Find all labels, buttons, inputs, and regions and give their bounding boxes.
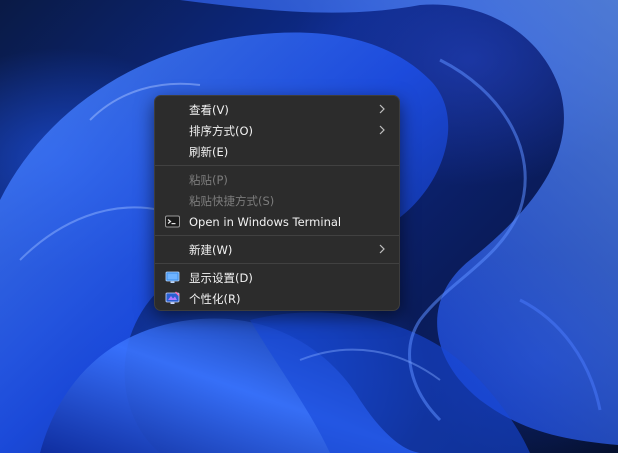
- menu-item-paste-shortcut[interactable]: 粘贴快捷方式(S): [159, 190, 395, 211]
- menu-item-paste-label: 粘贴(P): [189, 172, 228, 187]
- menu-item-paste-shortcut-label: 粘贴快捷方式(S): [189, 193, 275, 208]
- terminal-icon: [165, 215, 180, 228]
- menu-item-view-label: 查看(V): [189, 102, 229, 117]
- menu-item-new-label: 新建(W): [189, 242, 233, 257]
- desktop-background[interactable]: 查看(V) 排序方式(O) 刷新(E) 粘贴(P) 粘贴快捷方式(S) Open…: [0, 0, 618, 453]
- menu-item-paste[interactable]: 粘贴(P): [159, 169, 395, 190]
- menu-item-view[interactable]: 查看(V): [159, 99, 395, 120]
- chevron-right-icon: [379, 244, 385, 254]
- menu-item-open-terminal-label: Open in Windows Terminal: [189, 214, 342, 229]
- menu-item-sort[interactable]: 排序方式(O): [159, 120, 395, 141]
- menu-item-display-settings-label: 显示设置(D): [189, 270, 253, 285]
- menu-item-personalize[interactable]: 个性化(R): [159, 288, 395, 309]
- menu-item-open-terminal[interactable]: Open in Windows Terminal: [159, 211, 395, 232]
- chevron-right-icon: [379, 125, 385, 135]
- chevron-right-icon: [379, 104, 385, 114]
- menu-separator: [155, 263, 399, 264]
- desktop-context-menu: 查看(V) 排序方式(O) 刷新(E) 粘贴(P) 粘贴快捷方式(S) Open…: [154, 95, 400, 311]
- menu-separator: [155, 235, 399, 236]
- menu-separator: [155, 165, 399, 166]
- display-settings-icon: [165, 271, 180, 283]
- menu-item-display-settings[interactable]: 显示设置(D): [159, 267, 395, 288]
- menu-item-refresh[interactable]: 刷新(E): [159, 141, 395, 162]
- menu-item-refresh-label: 刷新(E): [189, 144, 229, 159]
- menu-item-personalize-label: 个性化(R): [189, 291, 241, 306]
- menu-item-new[interactable]: 新建(W): [159, 239, 395, 260]
- personalize-icon: [165, 291, 180, 304]
- menu-item-sort-label: 排序方式(O): [189, 123, 254, 138]
